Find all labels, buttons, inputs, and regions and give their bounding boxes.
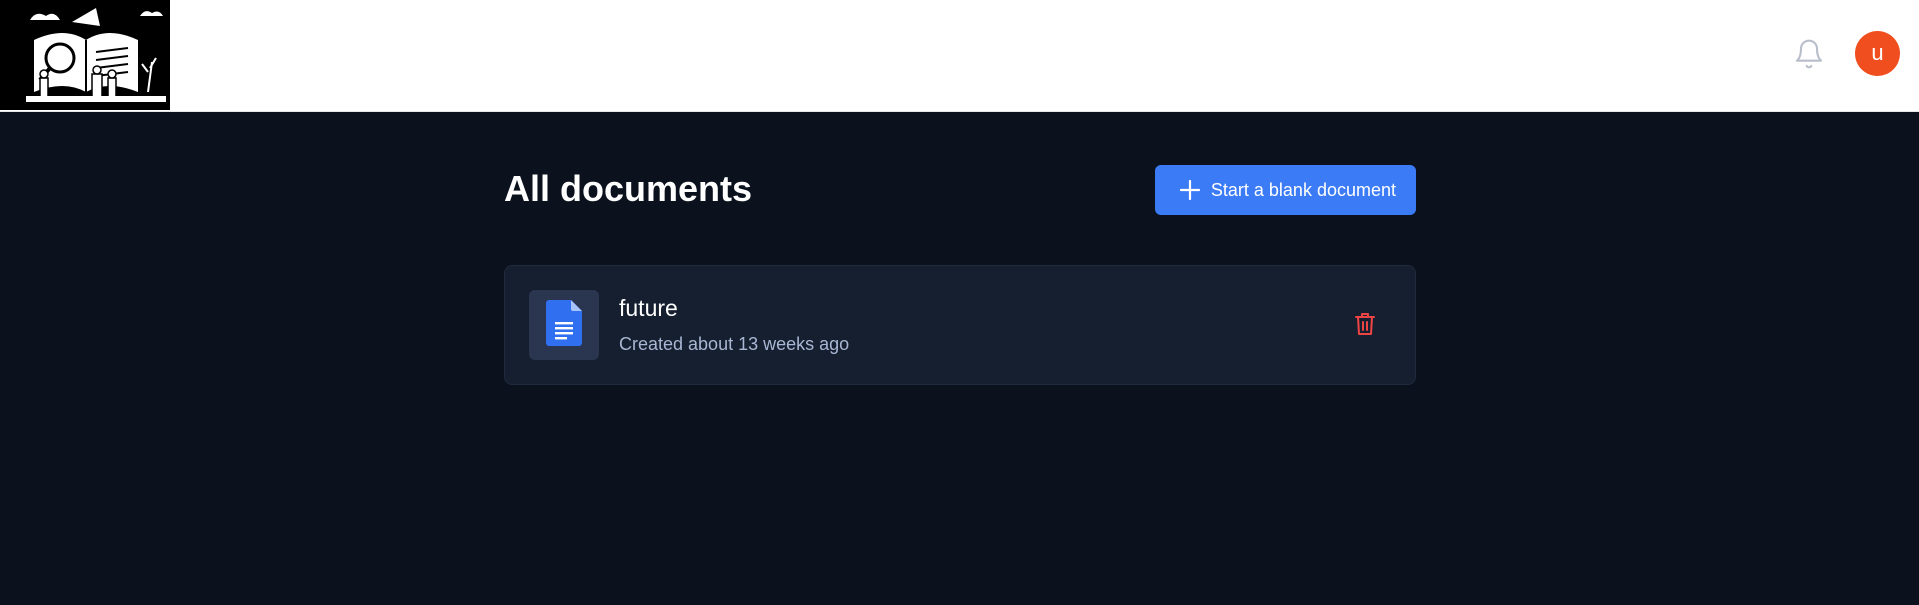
delete-document-button[interactable] — [1351, 312, 1379, 340]
page-title: All documents — [504, 168, 753, 209]
document-list: future Created about 13 weeks ago — [504, 265, 1416, 385]
document-card[interactable]: future Created about 13 weeks ago — [504, 265, 1416, 385]
start-blank-document-button[interactable]: Start a blank document — [1154, 165, 1416, 215]
user-avatar[interactable]: u — [1855, 31, 1900, 76]
document-thumbnail — [529, 290, 599, 360]
logo[interactable] — [0, 0, 170, 110]
document-created-date: Created about 13 weeks ago — [619, 334, 850, 354]
document-title: future — [619, 295, 678, 321]
bell-icon[interactable] — [1793, 38, 1825, 70]
start-blank-document-label: Start a blank document — [1210, 179, 1396, 200]
google-docs-icon — [546, 299, 582, 351]
top-navigation-bar: u — [0, 0, 1919, 112]
plus-icon — [1179, 179, 1201, 201]
trash-icon — [1354, 312, 1376, 341]
